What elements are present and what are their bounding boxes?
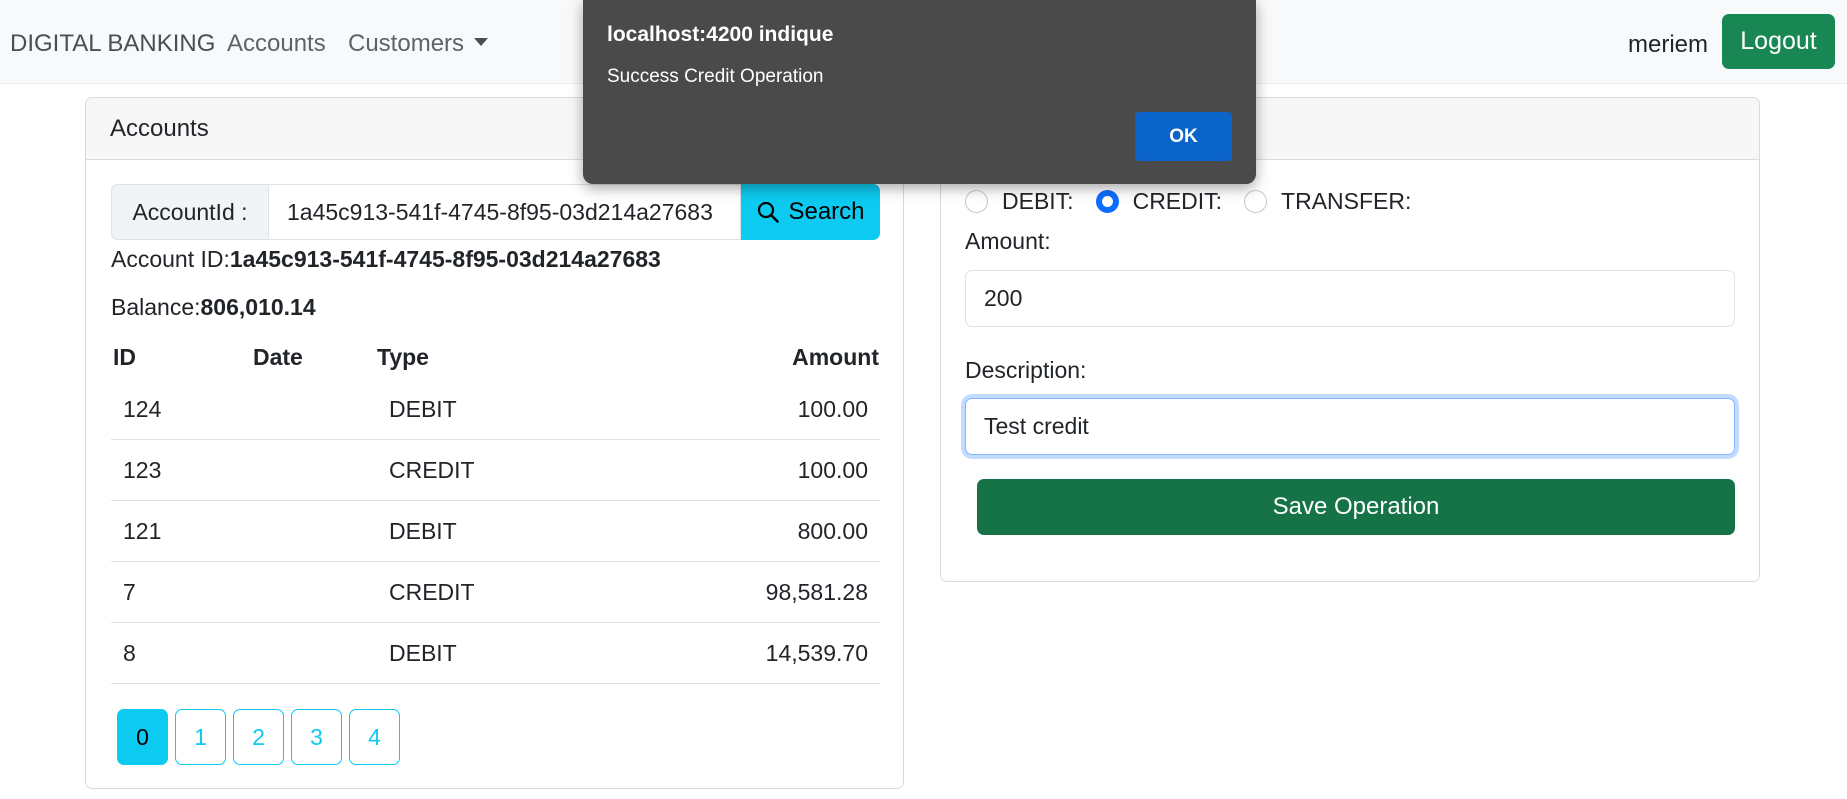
pagination: 0 1 2 3 4 xyxy=(117,709,400,765)
account-id-prefix: AccountId : xyxy=(111,184,268,240)
cell-id: 121 xyxy=(123,518,162,544)
username: meriem xyxy=(1628,31,1709,58)
search-icon xyxy=(758,201,780,223)
page-button-0[interactable]: 0 xyxy=(117,709,168,765)
account-id-value: 1a45c913-541f-4745-8f95-03d214a27683 xyxy=(229,246,661,272)
cell-amount: 14,539.70 xyxy=(765,640,868,666)
table-header: ID Date Type Amount xyxy=(111,339,880,379)
logout-button[interactable]: Logout xyxy=(1722,14,1835,69)
radio-credit[interactable] xyxy=(1095,190,1119,213)
cell-type: CREDIT xyxy=(389,579,475,605)
account-id-line: Account ID:1a45c913-541f-4745-8f95-03d21… xyxy=(111,246,661,273)
cell-amount: 100.00 xyxy=(797,457,868,483)
cell-id: 7 xyxy=(123,579,136,605)
page-button-2[interactable]: 2 xyxy=(233,709,284,765)
dialog-message: Success Credit Operation xyxy=(607,66,824,87)
account-id-input[interactable] xyxy=(268,184,741,240)
radio-transfer[interactable] xyxy=(1244,190,1268,213)
nav-accounts-link[interactable]: Accounts xyxy=(227,30,326,58)
balance-line: Balance:806,010.14 xyxy=(111,294,316,321)
description-label: Description: xyxy=(965,357,1087,383)
cell-amount: 800.00 xyxy=(797,518,868,544)
table-row: 124 DEBIT 100.00 xyxy=(111,379,880,440)
table-row: 7 CREDIT 98,581.28 xyxy=(111,562,880,623)
header-type: Type xyxy=(377,344,429,370)
amount-label: Amount: xyxy=(965,228,1051,254)
nav-customers-label: Customers xyxy=(348,30,465,57)
operation-type-radios: DEBIT: CREDIT: TRANSFER: xyxy=(965,188,1433,215)
header-amount: Amount xyxy=(792,344,879,370)
page-button-3[interactable]: 3 xyxy=(291,709,342,765)
cell-id: 123 xyxy=(123,457,162,483)
account-id-label: Account ID: xyxy=(111,246,230,272)
table-row: 123 CREDIT 100.00 xyxy=(111,440,880,501)
table-row: 121 DEBIT 800.00 xyxy=(111,501,880,562)
dialog-title: localhost:4200 indique xyxy=(607,23,834,46)
cell-amount: 100.00 xyxy=(797,396,868,422)
balance-label: Balance: xyxy=(111,294,201,320)
nav-customers-dropdown[interactable]: Customers xyxy=(348,30,489,58)
page-button-4[interactable]: 4 xyxy=(349,709,400,765)
account-search-group: AccountId : Search xyxy=(111,184,880,240)
header-date: Date xyxy=(253,344,303,370)
cell-id: 124 xyxy=(123,396,162,422)
ok-button[interactable]: OK xyxy=(1135,112,1232,161)
save-operation-button[interactable]: Save Operation xyxy=(977,479,1735,535)
radio-transfer-label: TRANSFER: xyxy=(1281,188,1412,214)
table-row: 8 DEBIT 14,539.70 xyxy=(111,623,880,684)
search-button-label: Search xyxy=(788,198,865,225)
description-input[interactable]: Test credit xyxy=(965,398,1735,455)
accounts-card: Accounts AccountId : Search Account ID:1… xyxy=(85,97,904,789)
cell-type: CREDIT xyxy=(389,457,475,483)
alert-dialog: localhost:4200 indique Success Credit Op… xyxy=(583,0,1256,184)
amount-input[interactable]: 200 xyxy=(965,270,1735,327)
balance-value: 806,010.14 xyxy=(200,294,316,320)
brand[interactable]: DIGITAL BANKING xyxy=(10,30,215,58)
caret-down-icon xyxy=(474,37,489,46)
cell-type: DEBIT xyxy=(389,640,457,666)
cell-amount: 98,581.28 xyxy=(765,579,868,605)
cell-type: DEBIT xyxy=(389,396,457,422)
page-button-1[interactable]: 1 xyxy=(175,709,226,765)
radio-credit-label: CREDIT: xyxy=(1132,188,1223,214)
cell-id: 8 xyxy=(123,640,136,666)
header-id: ID xyxy=(113,344,136,370)
operations-table: ID Date Type Amount 124 DEBIT 100.00 123… xyxy=(111,339,880,684)
radio-debit[interactable] xyxy=(965,190,988,213)
search-button[interactable]: Search xyxy=(741,184,880,240)
cell-type: DEBIT xyxy=(389,518,457,544)
radio-debit-label: DEBIT: xyxy=(1002,188,1074,214)
